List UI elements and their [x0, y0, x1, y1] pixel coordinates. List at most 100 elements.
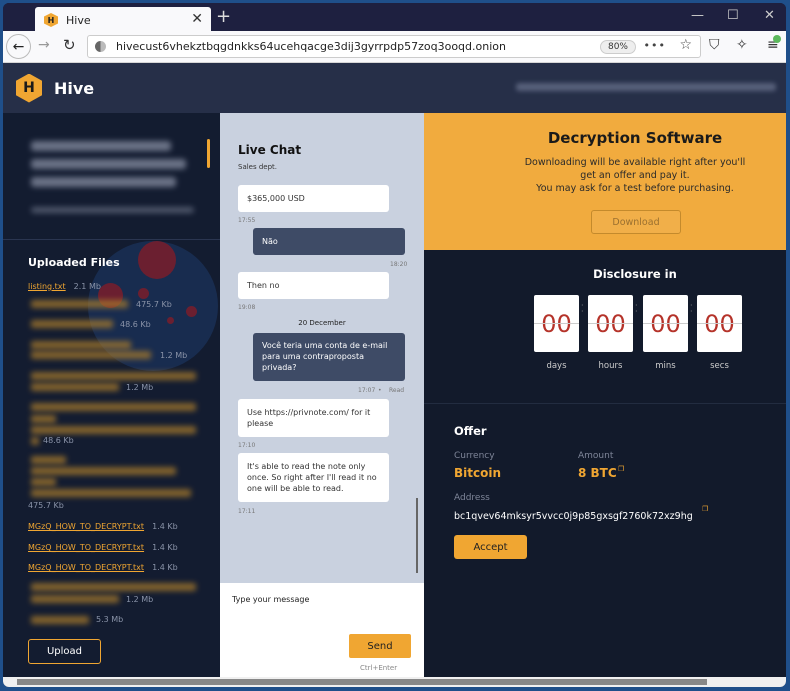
- redacted-file-link[interactable]: [31, 467, 176, 475]
- back-button[interactable]: ←: [6, 34, 31, 59]
- site-name: Hive: [54, 78, 95, 98]
- bitcoin-address: bc1qvev64mksyr5vvcc0j9p85gxsgf2760k72xz9…: [454, 511, 693, 522]
- currency-label: Currency: [454, 451, 495, 461]
- redacted-file-link[interactable]: [31, 372, 196, 380]
- page-content: H Hive Uploaded Files listing.txt 2.1 Mb: [3, 63, 786, 677]
- timer-mins: 00: [643, 295, 688, 352]
- decryption-line-3: You may ask for a test before purchasing…: [536, 183, 734, 194]
- shield-icon[interactable]: ⛉: [709, 37, 720, 53]
- file-row: MGzQ_HOW_TO_DECRYPT.txt 1.4 Kb: [28, 563, 178, 572]
- new-identity-icon[interactable]: ✧: [736, 37, 748, 53]
- file-link[interactable]: listing.txt: [28, 282, 66, 291]
- new-tab-icon[interactable]: +: [216, 6, 231, 27]
- left-panel: Uploaded Files listing.txt 2.1 Mb 475.7 K…: [3, 113, 220, 677]
- hive-logo-icon: H: [16, 73, 42, 103]
- download-button[interactable]: Download: [591, 210, 681, 234]
- bookmark-star-icon[interactable]: ☆: [679, 37, 692, 53]
- decryption-line-2: get an offer and pay it.: [580, 170, 690, 181]
- copy-amount-icon[interactable]: ❐: [618, 465, 624, 473]
- file-link[interactable]: MGzQ_HOW_TO_DECRYPT.txt: [28, 543, 144, 552]
- redacted-file-link[interactable]: [31, 320, 113, 328]
- redacted-text: [31, 159, 186, 169]
- chat-scrollbar[interactable]: [416, 498, 418, 573]
- redacted-file-link[interactable]: [31, 351, 151, 359]
- minimize-icon[interactable]: —: [691, 8, 704, 23]
- scroll-indicator[interactable]: [207, 139, 210, 168]
- file-size: 48.6 Kb: [43, 436, 74, 445]
- redacted-file-link[interactable]: [31, 426, 196, 434]
- file-size: 1.4 Kb: [152, 543, 178, 552]
- upload-button[interactable]: Upload: [28, 639, 101, 664]
- redacted-file-link[interactable]: [31, 583, 196, 591]
- timer-days: 00: [534, 295, 579, 352]
- disclosure-title: Disclosure in: [593, 267, 677, 281]
- message-time: 17:11: [238, 508, 256, 515]
- send-button[interactable]: Send: [349, 634, 411, 658]
- file-size: 1.4 Kb: [152, 563, 178, 572]
- url-text[interactable]: hivecust6vhekztbqgdnkks64ucehqacge3dij3g…: [116, 40, 506, 53]
- chat-message-incoming: $365,000 USD: [238, 185, 389, 212]
- decryption-title: Decryption Software: [547, 129, 723, 147]
- file-link[interactable]: MGzQ_HOW_TO_DECRYPT.txt: [28, 563, 144, 572]
- file-size: 475.7 Kb: [28, 501, 64, 510]
- redacted-file-link[interactable]: [31, 478, 56, 486]
- close-tab-icon[interactable]: ✕: [191, 11, 203, 27]
- window-close-icon[interactable]: ✕: [764, 8, 775, 23]
- hive-favicon-icon: H: [44, 13, 58, 27]
- horizontal-scrollbar[interactable]: [3, 677, 786, 687]
- chat-message-outgoing: Você teria uma conta de e-mail para uma …: [253, 333, 405, 381]
- chat-message-incoming: Then no: [238, 272, 389, 299]
- chat-subtitle: Sales dept.: [238, 163, 278, 171]
- back-arrow-icon: ←: [12, 38, 25, 55]
- company-name-redacted: [516, 83, 776, 91]
- maximize-icon[interactable]: ☐: [727, 8, 739, 23]
- timer-label-mins: mins: [655, 361, 676, 371]
- chat-message-incoming: It's able to read the note only once. So…: [238, 453, 389, 502]
- chat-title: Live Chat: [238, 143, 302, 157]
- redacted-file-link[interactable]: [31, 437, 39, 445]
- chat-input-area: Type your message Send Ctrl+Enter: [220, 583, 424, 677]
- disclosure-timer: Disclosure in 00 · · 00 · · 00 · · 00 days …: [424, 250, 786, 404]
- address-label: Address: [454, 493, 490, 503]
- redacted-file-link[interactable]: [31, 383, 119, 391]
- accept-button[interactable]: Accept: [454, 535, 527, 559]
- amount-value: 8 BTC: [578, 466, 617, 480]
- watermark-dot: [167, 317, 174, 324]
- redacted-file-link[interactable]: [31, 595, 119, 603]
- page-actions-icon[interactable]: •••: [644, 39, 666, 52]
- redacted-file-link[interactable]: [31, 300, 128, 308]
- redacted-file-link[interactable]: [31, 456, 66, 464]
- file-size: 5.3 Mb: [96, 615, 124, 624]
- redacted-file-link[interactable]: [31, 616, 89, 624]
- file-link[interactable]: MGzQ_HOW_TO_DECRYPT.txt: [28, 522, 144, 531]
- reload-icon[interactable]: ↻: [63, 36, 76, 54]
- tab-hive[interactable]: H Hive ✕: [35, 7, 211, 33]
- redacted-file-link[interactable]: [31, 415, 56, 423]
- redacted-text: [31, 177, 176, 187]
- message-input[interactable]: Type your message: [232, 595, 309, 604]
- file-row: listing.txt 2.1 Mb: [28, 282, 101, 291]
- file-size: 1.2 Mb: [160, 351, 188, 360]
- url-bar[interactable]: hivecust6vhekztbqgdnkks64ucehqacge3dij3g…: [87, 35, 701, 58]
- timer-label-days: days: [546, 361, 567, 371]
- timer-colon: · ·: [635, 301, 638, 316]
- timer-secs: 00: [697, 295, 742, 352]
- browser-window: H Hive ✕ + — ☐ ✕ ← → ↻ hivecust6vhekztbq…: [3, 3, 786, 687]
- file-size: 1.4 Kb: [152, 522, 178, 531]
- forward-icon[interactable]: →: [38, 37, 50, 53]
- message-time: 17:10: [238, 442, 256, 449]
- message-dot: •: [378, 387, 382, 394]
- redacted-file-link[interactable]: [31, 403, 196, 411]
- message-time: 17:55: [238, 217, 256, 224]
- decryption-software-panel: Decryption Software Downloading will be …: [424, 113, 786, 250]
- site-header: H Hive: [3, 63, 786, 113]
- redacted-file-link[interactable]: [31, 489, 191, 497]
- scrollbar-thumb[interactable]: [17, 679, 707, 685]
- zoom-level-badge[interactable]: 80%: [599, 40, 636, 54]
- offer-panel: Offer Currency Bitcoin Amount 8 BTC ❐ Ad…: [424, 404, 786, 677]
- copy-address-icon[interactable]: ❐: [702, 505, 708, 513]
- redacted-file-link[interactable]: [31, 341, 131, 349]
- navigation-bar: ← → ↻ hivecust6vhekztbqgdnkks64ucehqacge…: [3, 31, 786, 63]
- redacted-text: [31, 141, 171, 151]
- timer-label-hours: hours: [598, 361, 623, 371]
